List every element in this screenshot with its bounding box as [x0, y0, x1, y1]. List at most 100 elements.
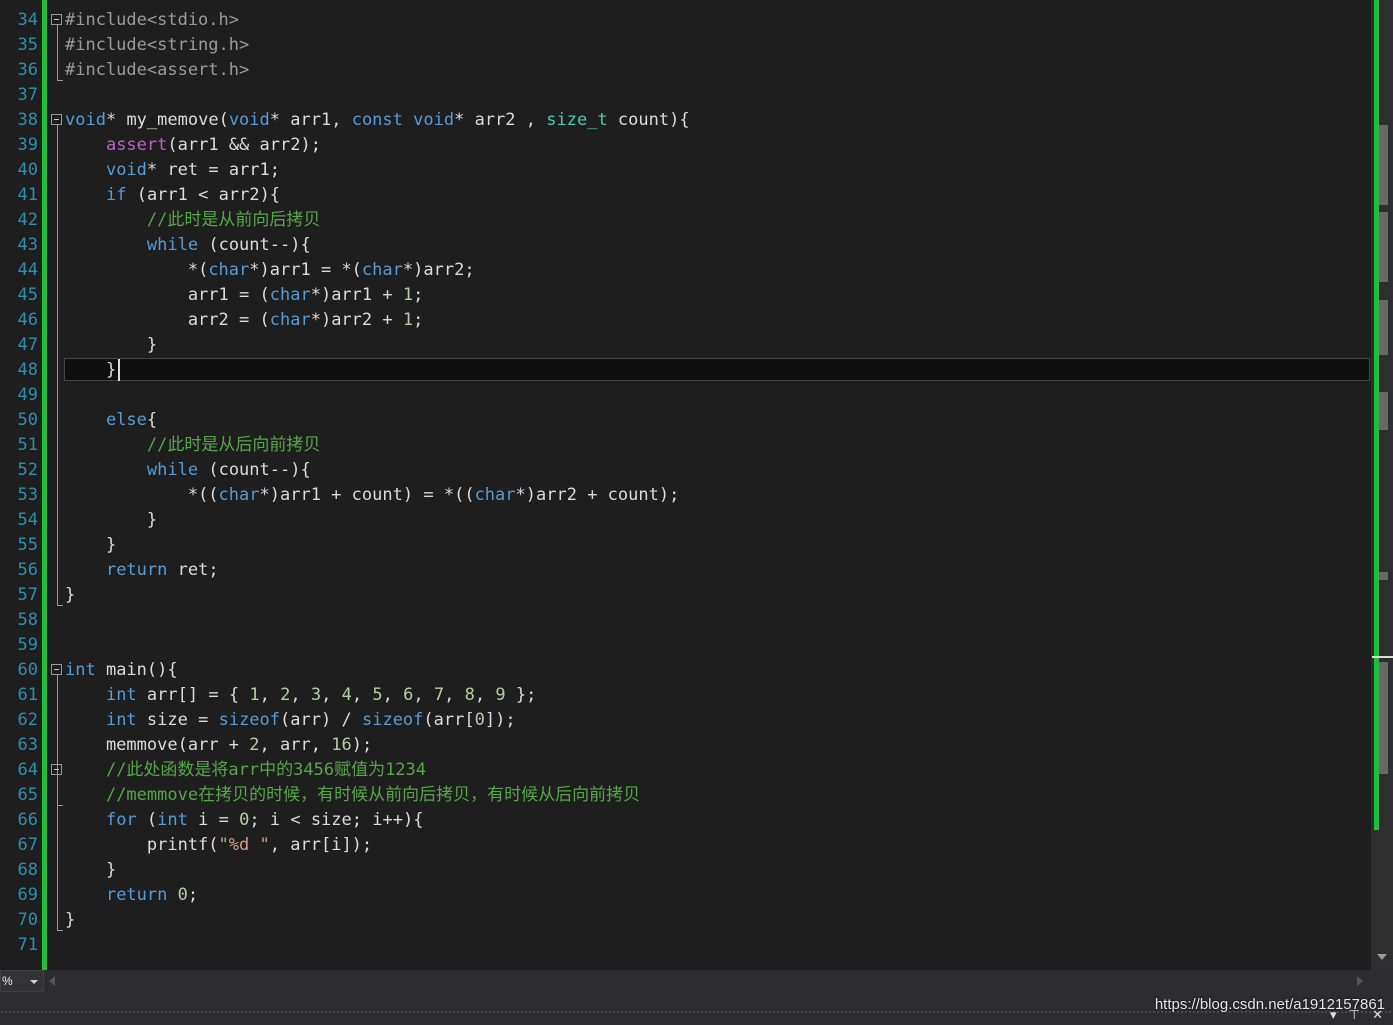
code-text[interactable]: }: [65, 858, 116, 883]
scrollbar-thumb[interactable]: [1379, 392, 1388, 430]
code-line[interactable]: 41 if (arr1 < arr2){: [0, 183, 1371, 208]
code-line[interactable]: 43 while (count--){: [0, 233, 1371, 258]
code-line[interactable]: 69 return 0;: [0, 883, 1371, 908]
code-line[interactable]: 66 for (int i = 0; i < size; i++){: [0, 808, 1371, 833]
code-line[interactable]: 53 *((char*)arr1 + count) = *((char*)arr…: [0, 483, 1371, 508]
code-text[interactable]: return ret;: [65, 558, 219, 583]
line-number: 60: [17, 660, 38, 680]
code-text[interactable]: //此时是从前向后拷贝: [65, 208, 320, 233]
code-text[interactable]: #include<string.h>: [65, 33, 249, 58]
line-number: 41: [17, 185, 38, 205]
code-text[interactable]: while (count--){: [65, 233, 311, 258]
code-text[interactable]: arr2 = (char*)arr2 + 1;: [65, 308, 424, 333]
code-line[interactable]: 51 //此时是从后向前拷贝: [0, 433, 1371, 458]
code-text[interactable]: void* ret = arr1;: [65, 158, 280, 183]
code-text[interactable]: for (int i = 0; i < size; i++){: [65, 808, 424, 833]
code-line[interactable]: 45 arr1 = (char*)arr1 + 1;: [0, 283, 1371, 308]
code-text[interactable]: printf("%d ", arr[i]);: [65, 833, 372, 858]
code-text[interactable]: return 0;: [65, 883, 198, 908]
code-line[interactable]: 59: [0, 633, 1371, 658]
scrollbar-thumb[interactable]: [1379, 212, 1388, 282]
code-text[interactable]: //memmove在拷贝的时候，有时候从前向后拷贝，有时候从后向前拷贝: [65, 783, 640, 808]
code-line[interactable]: 71: [0, 933, 1371, 958]
code-text[interactable]: //此时是从后向前拷贝: [65, 433, 320, 458]
code-line[interactable]: 56 return ret;: [0, 558, 1371, 583]
zoom-dropdown[interactable]: %: [0, 970, 44, 992]
code-text[interactable]: }: [65, 358, 116, 383]
line-number: 69: [17, 885, 38, 905]
code-text[interactable]: #include<stdio.h>: [65, 8, 239, 33]
line-number: 44: [17, 260, 38, 280]
code-line[interactable]: 38 void* my_memove(void* arr1, const void…: [0, 108, 1371, 133]
code-line[interactable]: 49: [0, 383, 1371, 408]
code-line[interactable]: 55 }: [0, 533, 1371, 558]
line-number: 52: [17, 460, 38, 480]
code-line[interactable]: 58: [0, 608, 1371, 633]
code-text[interactable]: int arr[] = { 1, 2, 3, 4, 5, 6, 7, 8, 9 …: [65, 683, 536, 708]
line-number: 54: [17, 510, 38, 530]
code-text[interactable]: assert(arr1 && arr2);: [65, 133, 321, 158]
code-text[interactable]: }: [65, 908, 75, 933]
code-line[interactable]: 37: [0, 83, 1371, 108]
scrollbar-thumb[interactable]: [1379, 572, 1388, 580]
code-text[interactable]: int size = sizeof(arr) / sizeof(arr[0]);: [65, 708, 516, 733]
code-line[interactable]: 63 memmove(arr + 2, arr, 16);: [0, 733, 1371, 758]
code-line[interactable]: 40 void* ret = arr1;: [0, 158, 1371, 183]
code-line[interactable]: 50 else{: [0, 408, 1371, 433]
code-line[interactable]: 65 //memmove在拷贝的时候，有时候从前向后拷贝，有时候从后向前拷贝: [0, 783, 1371, 808]
code-line[interactable]: 57}: [0, 583, 1371, 608]
code-line[interactable]: 70}: [0, 908, 1371, 933]
line-number: 68: [17, 860, 38, 880]
code-line[interactable]: 62 int size = sizeof(arr) / sizeof(arr[0…: [0, 708, 1371, 733]
code-line[interactable]: 34 #include<stdio.h>: [0, 8, 1371, 33]
line-number: 49: [17, 385, 38, 405]
scrollbar-thumb[interactable]: [1379, 125, 1388, 205]
line-number: 71: [17, 935, 38, 955]
code-text[interactable]: int main(){: [65, 658, 178, 683]
code-text[interactable]: }: [65, 508, 157, 533]
code-line[interactable]: 36 #include<assert.h>: [0, 58, 1371, 83]
code-text[interactable]: if (arr1 < arr2){: [65, 183, 280, 208]
code-text[interactable]: #include<assert.h>: [65, 58, 249, 83]
code-line[interactable]: 61 int arr[] = { 1, 2, 3, 4, 5, 6, 7, 8,…: [0, 683, 1371, 708]
code-line[interactable]: 47 }: [0, 333, 1371, 358]
code-text[interactable]: }: [65, 533, 116, 558]
line-number: 70: [17, 910, 38, 930]
zoom-value: %: [2, 974, 13, 988]
code-text[interactable]: *((char*)arr1 + count) = *((char*)arr2 +…: [65, 483, 680, 508]
code-line[interactable]: 46 arr2 = (char*)arr2 + 1;: [0, 308, 1371, 333]
code-line[interactable]: 48 }: [0, 358, 1371, 383]
code-line[interactable]: 52 while (count--){: [0, 458, 1371, 483]
code-text[interactable]: memmove(arr + 2, arr, 16);: [65, 733, 372, 758]
line-number: 66: [17, 810, 38, 830]
code-line[interactable]: 35 #include<string.h>: [0, 33, 1371, 58]
code-line[interactable]: 67 printf("%d ", arr[i]);: [0, 833, 1371, 858]
line-number: 36: [17, 60, 38, 80]
code-editor[interactable]: 34 #include<stdio.h> 35 #include<string.h> 3…: [0, 0, 1371, 970]
line-number: 43: [17, 235, 38, 255]
code-text[interactable]: }: [65, 333, 157, 358]
scroll-down-arrow-icon[interactable]: [1377, 954, 1387, 960]
code-text[interactable]: void* my_memove(void* arr1, const void* …: [65, 108, 690, 133]
code-line[interactable]: 42 //此时是从前向后拷贝: [0, 208, 1371, 233]
code-line[interactable]: 54 }: [0, 508, 1371, 533]
scrollbar-caret-marker: [1372, 656, 1393, 658]
code-line[interactable]: 68 }: [0, 858, 1371, 883]
code-line[interactable]: 39 assert(arr1 && arr2);: [0, 133, 1371, 158]
bottom-panel-header: ▾ ⊤ ✕ https://blog.csdn.net/a1912157861: [0, 992, 1393, 1025]
scroll-right-arrow-icon[interactable]: [1357, 976, 1363, 986]
line-number: 40: [17, 160, 38, 180]
code-text[interactable]: }: [65, 583, 75, 608]
code-line[interactable]: 60 int main(){: [0, 658, 1371, 683]
line-number: 46: [17, 310, 38, 330]
code-line[interactable]: 64 //此处函数是将arr中的3456赋值为1234: [0, 758, 1371, 783]
scrollbar-thumb[interactable]: [1379, 300, 1388, 355]
scroll-left-arrow-icon[interactable]: [49, 976, 55, 986]
scrollbar-thumb[interactable]: [1379, 662, 1388, 774]
code-text[interactable]: while (count--){: [65, 458, 311, 483]
code-text[interactable]: arr1 = (char*)arr1 + 1;: [65, 283, 424, 308]
code-text[interactable]: //此处函数是将arr中的3456赋值为1234: [65, 758, 426, 783]
code-text[interactable]: else{: [65, 408, 157, 433]
code-line[interactable]: 44 *(char*)arr1 = *(char*)arr2;: [0, 258, 1371, 283]
code-text[interactable]: *(char*)arr1 = *(char*)arr2;: [65, 258, 475, 283]
